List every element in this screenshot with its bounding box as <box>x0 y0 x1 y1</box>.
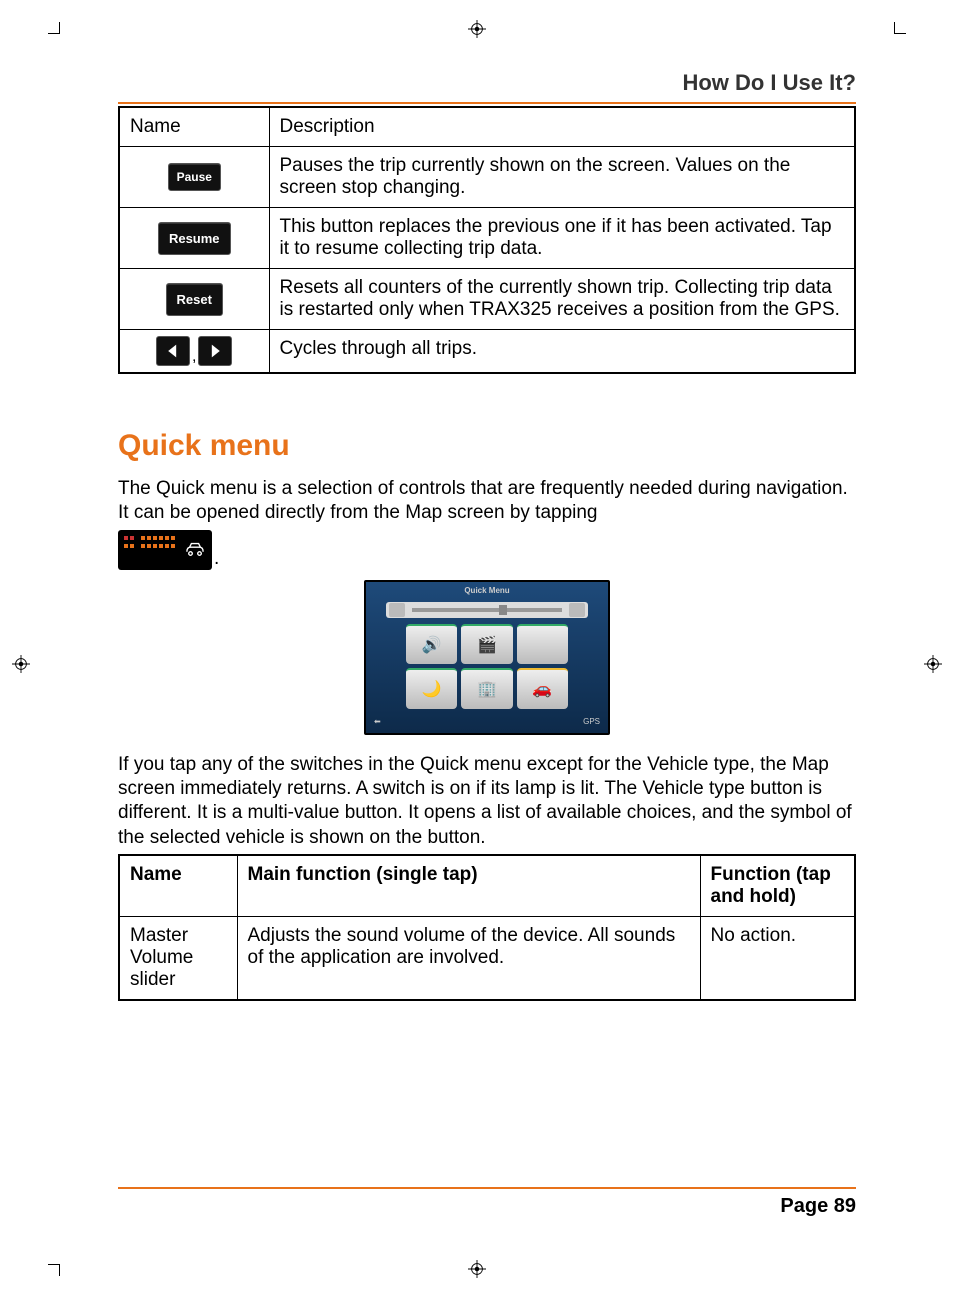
t2-header-hold: Function (tap and hold) <box>700 855 855 917</box>
quick-menu-table: Name Main function (single tap) Function… <box>118 854 856 1001</box>
table-header-description: Description <box>269 107 855 147</box>
back-arrow-icon: ⬅ <box>374 717 381 726</box>
resume-button-image: Resume <box>158 222 231 255</box>
t2-row-main: Adjusts the sound volume of the device. … <box>237 916 700 1000</box>
period: . <box>214 548 219 570</box>
tile-blank <box>517 624 568 665</box>
tile-sound-icon: 🔊 <box>406 624 457 665</box>
pause-button-image: Pause <box>168 163 221 191</box>
registration-mark-icon <box>924 655 942 673</box>
t2-row-name: Master Volume slider <box>119 916 237 1000</box>
page-number: Page 89 <box>118 1195 856 1218</box>
crop-mark <box>48 1264 60 1276</box>
resume-desc: This button replaces the previous one if… <box>269 208 855 269</box>
t2-header-main: Main function (single tap) <box>237 855 700 917</box>
quick-menu-screenshot: Quick Menu 🔊 🎬 🌙 🏢 🚗 ⬅ GPS <box>364 580 610 735</box>
speaker-icon <box>389 603 405 617</box>
header-rule <box>118 102 856 104</box>
registration-mark-icon <box>468 20 486 38</box>
reset-desc: Resets all counters of the currently sho… <box>269 269 855 330</box>
quick-menu-heading: Quick menu <box>118 429 856 463</box>
quick-menu-intro: The Quick menu is a selection of control… <box>118 478 848 523</box>
table-row: , Cycles through all trips. <box>119 330 855 374</box>
table-header-name: Name <box>119 107 269 147</box>
screenshot-title: Quick Menu <box>464 586 509 595</box>
footer-rule <box>118 1187 856 1189</box>
arrow-right-icon <box>198 336 232 366</box>
buttons-table: Name Description Pause Pauses the trip c… <box>118 106 856 374</box>
t2-row-hold: No action. <box>700 916 855 1000</box>
reset-button-image: Reset <box>166 283 223 316</box>
table-row: Master Volume slider Adjusts the sound v… <box>119 916 855 1000</box>
volume-slider-image <box>386 602 588 618</box>
pause-desc: Pauses the trip currently shown on the s… <box>269 147 855 208</box>
arrow-buttons-image: , <box>156 336 232 366</box>
registration-mark-icon <box>468 1260 486 1278</box>
crop-mark <box>48 22 60 34</box>
table-row: Resume This button replaces the previous… <box>119 208 855 269</box>
section-header: How Do I Use It? <box>118 70 856 96</box>
tile-buildings-icon: 🏢 <box>461 668 512 709</box>
arrow-left-icon <box>156 336 190 366</box>
map-quick-menu-icon <box>118 530 212 570</box>
crop-mark <box>894 22 906 34</box>
table-row: Reset Resets all counters of the current… <box>119 269 855 330</box>
tile-car-icon: 🚗 <box>517 668 568 709</box>
quick-menu-explanation: If you tap any of the switches in the Qu… <box>118 753 856 850</box>
tile-moon-icon: 🌙 <box>406 668 457 709</box>
gps-label: GPS <box>583 717 600 726</box>
speaker-loud-icon <box>569 603 585 617</box>
arrows-desc: Cycles through all trips. <box>269 330 855 374</box>
car-icon <box>184 540 206 558</box>
t2-header-name: Name <box>119 855 237 917</box>
registration-mark-icon <box>12 655 30 673</box>
tile-movie-icon: 🎬 <box>461 624 512 665</box>
table-row: Pause Pauses the trip currently shown on… <box>119 147 855 208</box>
